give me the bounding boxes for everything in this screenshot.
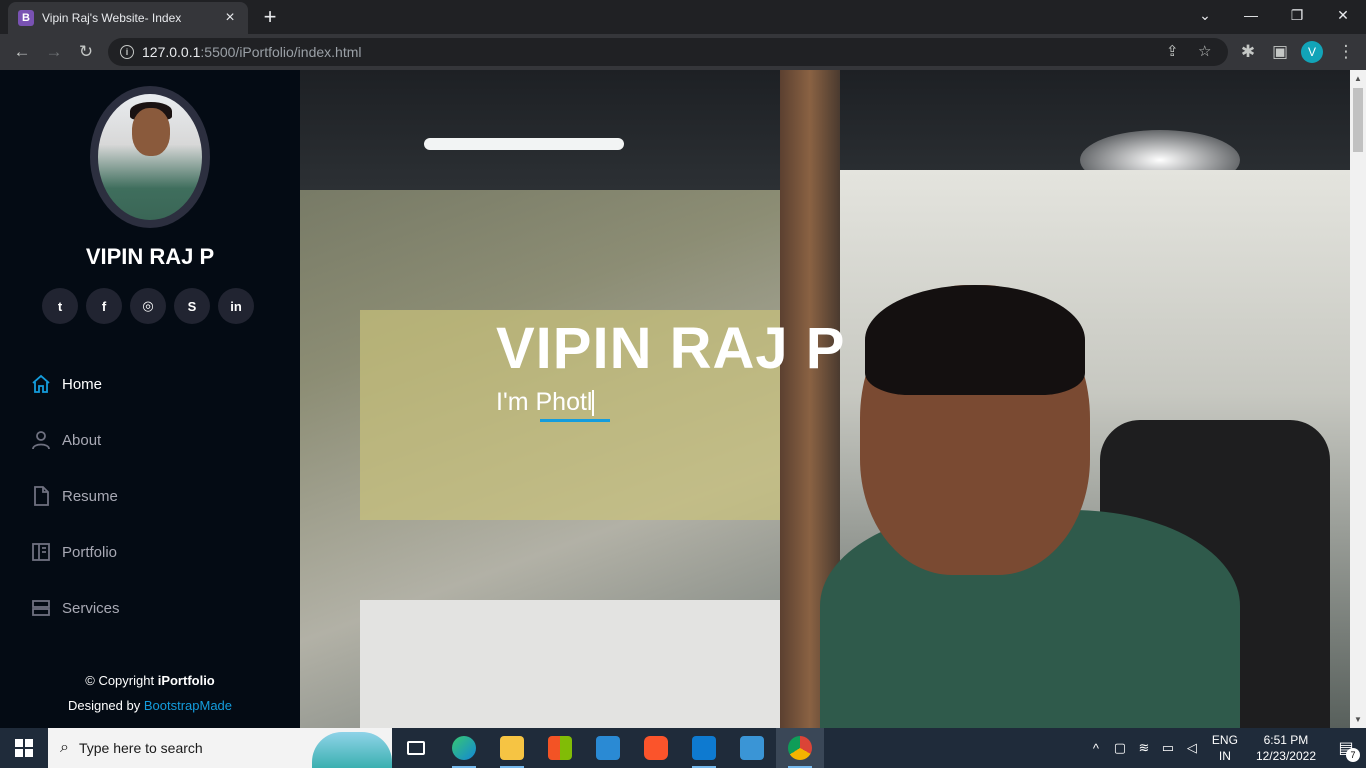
clock[interactable]: 6:51 PM 12/23/2022 — [1256, 732, 1316, 764]
sidebar-name: VIPIN RAJ P — [85, 244, 215, 269]
notification-count: 7 — [1346, 748, 1360, 762]
scroll-thumb[interactable] — [1353, 88, 1363, 152]
hero-section: VIPIN RAJ P I'm Photl — [300, 70, 1350, 728]
windows-logo-icon — [15, 739, 33, 757]
nav-item-services[interactable]: Services — [30, 580, 290, 636]
sidebar: VIPIN RAJ P t f ◎ S in Home About Resume… — [0, 70, 300, 728]
store-icon[interactable] — [536, 728, 584, 768]
nav-item-home[interactable]: Home — [30, 356, 290, 412]
side-panel-icon[interactable]: ▣ — [1266, 38, 1294, 66]
nav-label-services: Services — [62, 599, 120, 617]
menu-icon[interactable]: ⋮ — [1332, 38, 1360, 66]
windows-taskbar: ⌕ Type here to search ^ ▢ ≋ ▭ ◁ ENG IN 6… — [0, 728, 1366, 768]
linkedin-icon[interactable]: in — [218, 288, 254, 324]
notifications-button[interactable]: ▤ 7 — [1326, 728, 1366, 768]
search-icon: ⌕ — [60, 739, 69, 756]
forward-button[interactable]: → — [40, 38, 68, 66]
sidebar-footer: © Copyright iPortfolio Designed by Boots… — [0, 668, 300, 718]
scroll-down-icon[interactable]: ▼ — [1350, 715, 1366, 724]
brave-icon[interactable] — [632, 728, 680, 768]
file-explorer-icon[interactable] — [488, 728, 536, 768]
photos-icon[interactable] — [728, 728, 776, 768]
battery-icon[interactable]: ▭ — [1156, 740, 1180, 756]
language-indicator[interactable]: ENG IN — [1212, 732, 1238, 764]
bookmark-star-icon[interactable]: ☆ — [1198, 42, 1211, 60]
hero-title: VIPIN RAJ P — [496, 316, 846, 381]
tab-title: Vipin Raj's Website- Index — [42, 11, 182, 25]
chevron-up-icon[interactable]: ^ — [1084, 741, 1108, 756]
restore-button[interactable]: ❐ — [1274, 0, 1320, 30]
tab-search-icon[interactable]: ⌄ — [1182, 0, 1228, 30]
new-tab-button[interactable]: + — [258, 4, 282, 30]
skype-icon[interactable]: S — [174, 288, 210, 324]
task-view-icon[interactable] — [392, 728, 440, 768]
site-info-icon[interactable]: i — [120, 45, 134, 59]
copyright: © Copyright iPortfolio — [85, 673, 215, 688]
nav-label-portfolio: Portfolio — [62, 543, 118, 561]
close-window-button[interactable]: ✕ — [1320, 0, 1366, 30]
clock-time: 6:51 PM — [1263, 733, 1309, 747]
designer-link[interactable]: BootstrapMade — [144, 698, 232, 713]
browser-tab-bar: B Vipin Raj's Website- Index × + ⌄ — ❐ ✕ — [0, 0, 1366, 34]
system-tray: ^ ▢ ≋ ▭ ◁ ENG IN 6:51 PM 12/23/2022 ▤ 7 — [1084, 728, 1366, 768]
hero-text: VIPIN RAJ P I'm Photl — [496, 315, 845, 422]
taskbar-search[interactable]: ⌕ Type here to search — [48, 728, 392, 768]
typed-text: Photl — [535, 388, 593, 416]
social-links: t f ◎ S in — [42, 288, 254, 324]
wifi-icon[interactable]: ≋ — [1132, 740, 1156, 756]
credits: Designed by BootstrapMade — [67, 698, 233, 713]
vscode-icon[interactable] — [680, 728, 728, 768]
profile-avatar[interactable]: V — [1301, 41, 1323, 63]
meet-icon[interactable]: ▢ — [1108, 740, 1132, 756]
page-scrollbar[interactable]: ▲ ▼ — [1350, 70, 1366, 728]
volume-icon[interactable]: ◁ — [1180, 740, 1204, 756]
hero-subtitle: I'm Photl — [496, 388, 595, 417]
clock-date: 12/23/2022 — [1255, 749, 1316, 763]
book-icon — [30, 541, 52, 563]
browser-toolbar: ← → ↻ i 127.0.0.1:5500/iPortfolio/index.… — [0, 34, 1366, 70]
typed-underline — [540, 419, 610, 422]
browser-tab[interactable]: B Vipin Raj's Website- Index × — [8, 2, 248, 34]
search-highlight-icon — [312, 732, 392, 768]
profile-photo — [90, 86, 210, 228]
start-button[interactable] — [0, 728, 48, 768]
favicon-icon: B — [18, 10, 34, 26]
nav-label-resume: Resume — [62, 487, 118, 505]
nav-menu: Home About Resume Portfolio Services — [30, 356, 290, 636]
nav-label-about: About — [62, 431, 102, 449]
back-button[interactable]: ← — [8, 38, 36, 66]
nav-item-about[interactable]: About — [30, 412, 290, 468]
reload-button[interactable]: ↻ — [72, 38, 100, 66]
nav-item-portfolio[interactable]: Portfolio — [30, 524, 290, 580]
home-icon — [30, 373, 52, 395]
extensions-icon[interactable]: ✱ — [1234, 38, 1262, 66]
search-placeholder: Type here to search — [78, 740, 203, 756]
scroll-up-icon[interactable]: ▲ — [1350, 74, 1366, 83]
facebook-icon[interactable]: f — [86, 288, 122, 324]
address-bar[interactable]: i 127.0.0.1:5500/iPortfolio/index.html ⇪… — [108, 38, 1228, 66]
url-path: :5500/iPortfolio/index.html — [200, 44, 362, 60]
file-icon — [30, 485, 52, 507]
close-tab-icon[interactable]: × — [222, 9, 238, 27]
person-icon — [30, 429, 52, 451]
share-icon[interactable]: ⇪ — [1166, 42, 1179, 60]
nav-item-resume[interactable]: Resume — [30, 468, 290, 524]
nav-label-home: Home — [62, 375, 103, 393]
twitter-icon[interactable]: t — [42, 288, 78, 324]
edge-icon[interactable] — [440, 728, 488, 768]
chrome-icon[interactable] — [776, 728, 824, 768]
instagram-icon[interactable]: ◎ — [130, 288, 166, 324]
footer-brand: iPortfolio — [157, 673, 215, 688]
url-host: 127.0.0.1 — [142, 44, 201, 60]
minimize-button[interactable]: — — [1228, 0, 1274, 30]
mail-icon[interactable] — [584, 728, 632, 768]
server-icon — [30, 597, 52, 619]
